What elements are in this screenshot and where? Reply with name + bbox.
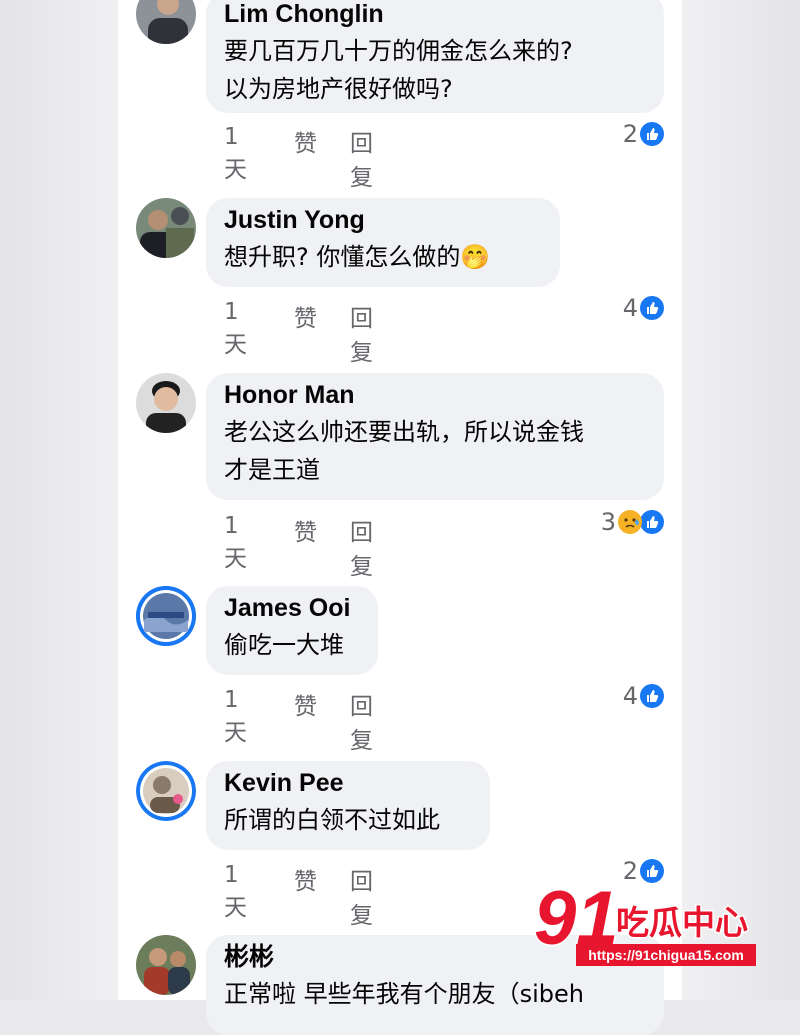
reaction-summary[interactable]: 4: [623, 681, 664, 711]
reply-button[interactable]: 回复: [350, 124, 373, 192]
background-right: [682, 0, 800, 1000]
timestamp[interactable]: 1天: [224, 124, 247, 184]
like-icon: [640, 510, 664, 534]
reaction-count: 4: [622, 682, 638, 710]
like-button[interactable]: 赞: [294, 124, 317, 158]
reaction-summary[interactable]: 2: [623, 119, 664, 149]
comment-bubble: Kevin Pee 所谓的白领不过如此: [206, 761, 490, 850]
reaction-count: 4: [622, 294, 638, 322]
commenter-name[interactable]: Lim Chonglin: [224, 0, 646, 32]
reply-button[interactable]: 回复: [350, 862, 373, 930]
timestamp[interactable]: 1天: [224, 687, 247, 747]
comment-text: 要几百万几十万的佣金怎么来的? 以为房地产很好做吗?: [224, 37, 573, 103]
reply-button[interactable]: 回复: [350, 299, 373, 367]
like-button[interactable]: 赞: [294, 687, 317, 721]
avatar[interactable]: [136, 373, 196, 433]
avatar[interactable]: [136, 935, 196, 995]
commenter-name[interactable]: Honor Man: [224, 377, 646, 413]
comment-text: 所谓的白领不过如此: [224, 806, 440, 834]
commenter-name[interactable]: Kevin Pee: [224, 765, 472, 801]
timestamp[interactable]: 1天: [224, 299, 247, 359]
timestamp[interactable]: 1天: [224, 862, 247, 922]
watermark-text: 吃瓜中心: [616, 903, 748, 942]
timestamp[interactable]: 1天: [224, 513, 247, 573]
avatar[interactable]: [136, 586, 196, 646]
reply-button[interactable]: 回复: [350, 513, 373, 581]
avatar[interactable]: [136, 761, 196, 821]
avatar[interactable]: [136, 0, 196, 44]
reaction-summary[interactable]: 3: [601, 507, 664, 537]
comment-text: 想升职? 你懂怎么做的🤭: [224, 243, 491, 271]
comment-list: Lim Chonglin 要几百万几十万的佣金怎么来的? 以为房地产很好做吗? …: [118, 0, 682, 1035]
like-button[interactable]: 赞: [294, 513, 317, 547]
comment-text: 老公这么帅还要出轨，所以说金钱 才是王道: [224, 418, 584, 484]
comment-bubble: Lim Chonglin 要几百万几十万的佣金怎么来的? 以为房地产很好做吗?: [206, 0, 664, 113]
reaction-count: 3: [600, 508, 616, 536]
like-icon: [640, 122, 664, 146]
reaction-summary[interactable]: 4: [623, 293, 664, 323]
reaction-count: 2: [622, 120, 638, 148]
comment-bubble: James Ooi 偷吃一大堆: [206, 586, 378, 675]
background-left: [0, 0, 118, 1000]
watermark-logo: 91 吃瓜中心 https://91chigua15.com: [533, 874, 764, 970]
comment-text: 正常啦 早些年我有个朋友（sibeh: [224, 980, 585, 1008]
avatar[interactable]: [136, 198, 196, 258]
like-button[interactable]: 赞: [294, 862, 317, 896]
like-icon: [640, 684, 664, 708]
reply-button[interactable]: 回复: [350, 687, 373, 755]
comment-bubble: Honor Man 老公这么帅还要出轨，所以说金钱 才是王道: [206, 373, 664, 500]
sad-icon: [618, 510, 642, 534]
commenter-name[interactable]: Justin Yong: [224, 202, 542, 238]
comment-text: 偷吃一大堆: [224, 631, 344, 659]
watermark-url: https://91chigua15.com: [588, 947, 744, 963]
comment-bubble: Justin Yong 想升职? 你懂怎么做的🤭: [206, 198, 560, 287]
like-icon: [640, 296, 664, 320]
like-button[interactable]: 赞: [294, 299, 317, 333]
commenter-name[interactable]: James Ooi: [224, 590, 360, 626]
